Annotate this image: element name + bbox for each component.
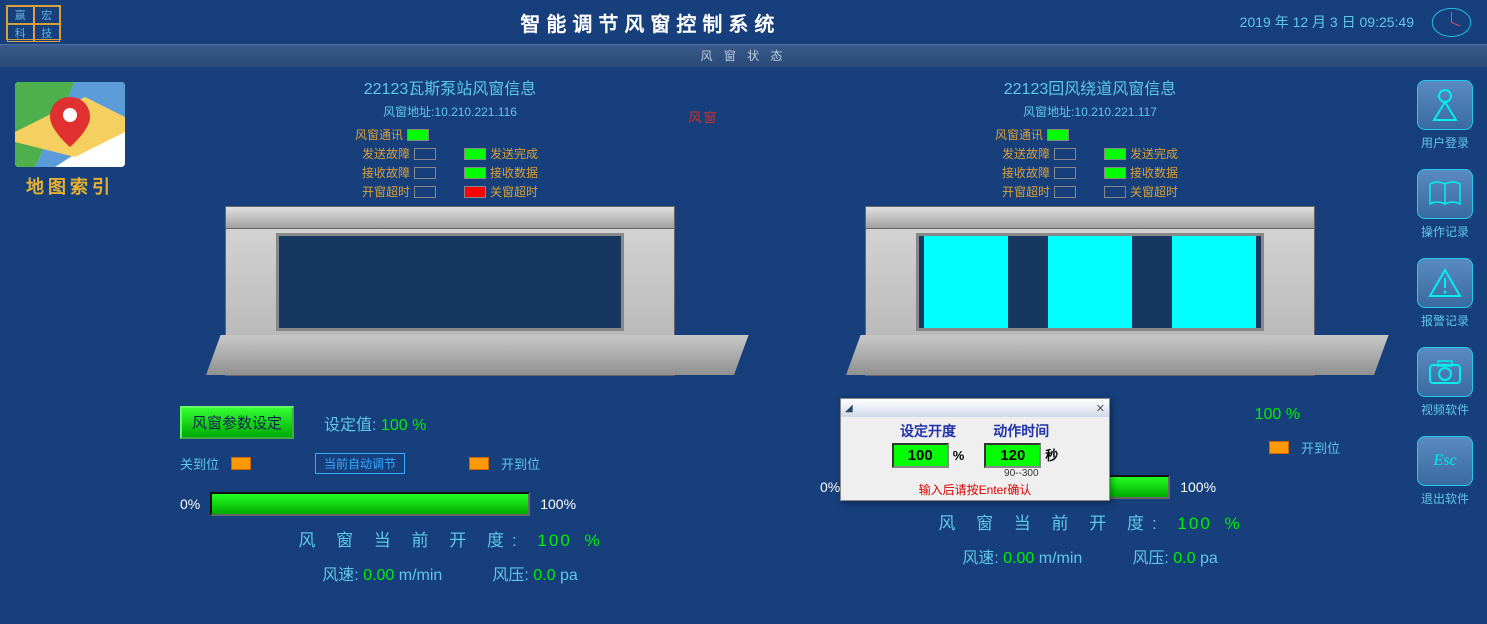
- datetime: 2019 年 12 月 3 日 09:25:49: [1240, 12, 1414, 32]
- sidebar-op-log[interactable]: 操作记录: [1411, 169, 1479, 240]
- app-title: 智能调节风窗控制系统: [61, 8, 1240, 37]
- set-opening-input[interactable]: 100: [892, 443, 949, 468]
- window-visual-closed: [225, 206, 675, 376]
- alert-triangle-icon: [1417, 258, 1473, 308]
- panel-title: 22123回风绕道风窗信息: [800, 75, 1380, 99]
- logo: 赢 宏 科 技: [6, 5, 61, 40]
- open-label: 开到位: [1301, 438, 1340, 457]
- sidebar-exit[interactable]: Esc 退出软件: [1411, 436, 1479, 507]
- window-visual-open: [865, 206, 1315, 376]
- panel-addr: 风窗地址:10.210.221.117: [800, 103, 1380, 120]
- mode-button[interactable]: 当前自动调节: [315, 453, 405, 474]
- opening-bar: [210, 492, 530, 516]
- esc-icon: Esc: [1417, 436, 1473, 486]
- param-set-button[interactable]: 风窗参数设定: [180, 406, 294, 439]
- open-indicator: [1269, 441, 1289, 454]
- settings-popup: ◢ ✕ 设定开度 100% 动作时间 120秒 90--300 输入后请按Ent…: [840, 398, 1110, 501]
- closed-label: 关到位: [180, 454, 219, 473]
- header: 赢 宏 科 技 智能调节风窗控制系统 2019 年 12 月 3 日 09:25…: [0, 0, 1487, 45]
- analog-clock-icon: [1424, 5, 1479, 40]
- popup-hint: 输入后请按Enter确认: [841, 481, 1109, 500]
- sidebar-video[interactable]: 视频软件: [1411, 347, 1479, 418]
- book-icon: [1417, 169, 1473, 219]
- open-indicator: [469, 457, 489, 470]
- sidebar-alarm-log[interactable]: 报警记录: [1411, 258, 1479, 329]
- popup-titlebar[interactable]: ◢ ✕: [841, 399, 1109, 417]
- map-pin-icon: [15, 82, 125, 167]
- panel-left: 22123瓦斯泵站风窗信息 风窗地址:10.210.221.116 风窗通讯 发…: [160, 67, 740, 585]
- close-icon[interactable]: ✕: [1096, 402, 1105, 415]
- status-bar: 风 窗 状 态: [0, 45, 1487, 67]
- map-index[interactable]: 地图索引: [15, 82, 125, 199]
- user-login-icon: [1417, 80, 1473, 130]
- closed-indicator: [231, 457, 251, 470]
- panel-title: 22123瓦斯泵站风窗信息: [160, 75, 740, 99]
- status-indicator: [407, 129, 429, 141]
- panel-addr: 风窗地址:10.210.221.116: [160, 103, 740, 120]
- open-label: 开到位: [501, 454, 540, 473]
- status-grid: 风窗通讯 发送故障发送完成 接收故障接收数据 开窗超时关窗超时: [800, 126, 1380, 200]
- status-grid: 风窗通讯 发送故障发送完成 接收故障接收数据 开窗超时关窗超时: [160, 126, 740, 200]
- sidebar: 用户登录 操作记录 报警记录 视频软件 Esc 退出软件: [1411, 80, 1479, 507]
- map-index-label: 地图索引: [15, 173, 125, 199]
- sidebar-login[interactable]: 用户登录: [1411, 80, 1479, 151]
- camera-icon: [1417, 347, 1473, 397]
- popup-icon: ◢: [845, 403, 853, 414]
- action-time-input[interactable]: 120: [984, 443, 1041, 468]
